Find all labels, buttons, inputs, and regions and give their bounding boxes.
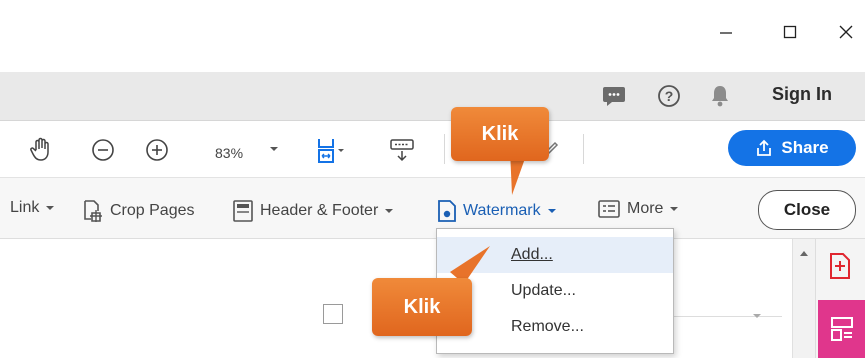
sign-in-link[interactable]: Sign In [772, 84, 832, 105]
share-label: Share [781, 138, 829, 157]
chevron-down-icon [385, 209, 394, 213]
form-field-line [672, 316, 782, 317]
bell-icon [712, 86, 728, 107]
close-window-button[interactable] [826, 12, 865, 52]
help-icon: ? [658, 85, 680, 107]
chevron-down-icon [547, 209, 556, 213]
form-checkbox[interactable] [323, 304, 343, 324]
crop-label: Crop Pages [110, 202, 195, 219]
header-footer-tool[interactable]: Header & Footer [232, 199, 394, 223]
share-icon [757, 139, 772, 156]
zoom-dropdown-button[interactable] [268, 142, 280, 160]
crop-pages-tool[interactable]: Crop Pages [80, 199, 195, 223]
hand-tool-button[interactable] [27, 136, 55, 164]
chevron-down-icon [46, 206, 55, 210]
close-icon [839, 25, 853, 39]
menu-item-label: Update... [511, 282, 576, 299]
header-footer-icon [233, 200, 253, 222]
header-footer-label: Header & Footer [260, 202, 379, 219]
menu-item-label: Add... [511, 246, 553, 263]
zoom-in-icon [146, 139, 168, 161]
menu-item-label: Remove... [511, 318, 584, 335]
link-tool[interactable]: Link [10, 199, 55, 217]
minimize-icon [720, 32, 732, 34]
organize-pages-icon [830, 317, 853, 341]
maximize-icon [783, 25, 797, 39]
header-bar [0, 72, 865, 121]
export-pdf-button[interactable] [828, 252, 852, 285]
svg-text:?: ? [665, 88, 674, 104]
chevron-down-icon [270, 147, 278, 151]
notifications-button[interactable] [706, 82, 734, 110]
keyboard-icon [390, 139, 414, 162]
zoom-out-icon [92, 139, 114, 161]
more-tool[interactable]: More [597, 199, 679, 219]
watermark-icon [438, 200, 456, 222]
fit-page-button[interactable] [316, 136, 344, 164]
close-tool-button[interactable]: Close [758, 190, 856, 230]
help-button[interactable]: ? [655, 82, 683, 110]
chevron-down-icon [670, 207, 679, 211]
keyboard-button[interactable] [388, 136, 416, 164]
toolbar-divider [583, 134, 584, 164]
export-pdf-icon [830, 253, 850, 279]
more-label: More [627, 200, 664, 217]
zoom-level[interactable]: 83% [215, 145, 243, 161]
watermark-label: Watermark [463, 202, 541, 219]
vertical-scrollbar[interactable] [792, 239, 815, 358]
minimize-button[interactable] [706, 12, 746, 52]
zoom-in-button[interactable] [143, 136, 171, 164]
zoom-out-button[interactable] [89, 136, 117, 164]
toolbar-divider [444, 134, 445, 164]
comment-button[interactable] [600, 82, 628, 110]
menu-item-remove[interactable]: Remove... [437, 309, 673, 345]
scroll-up-icon[interactable] [793, 245, 815, 263]
chevron-down-icon [753, 314, 761, 318]
hand-icon [30, 137, 49, 161]
callout-bottom: Klik [372, 278, 472, 336]
more-icon [598, 200, 620, 218]
callout-top: Klik [451, 107, 549, 161]
form-dropdown-arrow[interactable] [752, 308, 762, 326]
comment-icon [603, 87, 625, 106]
link-label: Link [10, 199, 40, 216]
share-button[interactable]: Share [728, 130, 856, 166]
organize-pages-button[interactable] [818, 300, 865, 358]
watermark-tool[interactable]: Watermark [437, 199, 557, 223]
fit-page-icon [318, 139, 344, 163]
crop-icon [84, 200, 102, 222]
maximize-button[interactable] [770, 12, 810, 52]
